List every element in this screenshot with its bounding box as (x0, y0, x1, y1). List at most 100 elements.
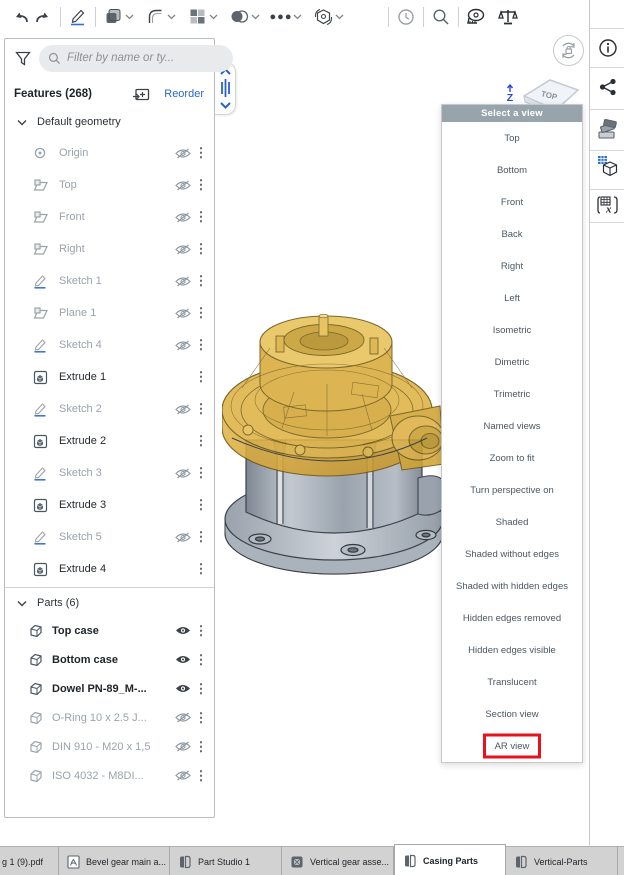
view-menu-item-trimetric[interactable]: Trimetric (442, 378, 582, 410)
feature-row-sketch1[interactable]: Sketch 1 ⋮ (5, 265, 214, 297)
feature-row-extrude1[interactable]: Extrude 1 ⋮ (5, 361, 214, 393)
eye-slash-icon[interactable] (172, 465, 194, 481)
eye-slash-icon[interactable] (172, 145, 194, 161)
context-menu-icon[interactable]: ⋮ (194, 273, 208, 289)
view-menu-item-isometric[interactable]: Isometric (442, 314, 582, 346)
eye-icon[interactable] (172, 652, 194, 668)
feature-row-front[interactable]: Front ⋮ (5, 201, 214, 233)
eye-slash-icon[interactable] (172, 401, 194, 417)
sketch-icon[interactable] (67, 6, 89, 28)
feature-row-extrude2[interactable]: Extrude 2 ⋮ (5, 425, 214, 457)
view-menu-item-bottom[interactable]: Bottom (442, 154, 582, 186)
context-menu-icon[interactable]: ⋮ (194, 681, 208, 697)
undo-icon[interactable] (10, 6, 32, 28)
eye-slash-icon[interactable] (172, 241, 194, 257)
measure-icon[interactable] (465, 6, 487, 28)
view-rotation-lock-button[interactable] (553, 35, 584, 66)
tab-vertical-gear-assembly[interactable]: Vertical gear asse... (282, 847, 394, 875)
part-row-din910[interactable]: DIN 910 - M20 x 1,5 ⋮ (5, 732, 214, 761)
view-menu-item-shaded[interactable]: Shaded (442, 506, 582, 538)
fillet-icon[interactable] (144, 6, 166, 28)
tab-vertical-parts[interactable]: Vertical-Parts (506, 847, 618, 875)
part-row-top-case[interactable]: Top case ⋮ (5, 616, 214, 645)
dropdown-caret-icon[interactable] (167, 14, 176, 20)
tab-casing-parts[interactable]: Casing Parts (394, 844, 506, 875)
eye-icon[interactable] (172, 681, 194, 697)
dropdown-caret-icon[interactable] (209, 14, 218, 20)
eye-slash-icon[interactable] (172, 177, 194, 193)
feature-row-top[interactable]: Top ⋮ (5, 169, 214, 201)
feature-row-sketch5[interactable]: Sketch 5 ⋮ (5, 521, 214, 553)
dropdown-caret-icon[interactable] (335, 14, 344, 20)
eye-slash-icon[interactable] (172, 305, 194, 321)
context-menu-icon[interactable]: ⋮ (194, 401, 208, 417)
tab-pdf-g1[interactable]: g 1 (9).pdf (0, 847, 59, 875)
feature-row-extrude3[interactable]: Extrude 3 ⋮ (5, 489, 214, 521)
feature-row-sketch3[interactable]: Sketch 3 ⋮ (5, 457, 214, 489)
default-geometry-group[interactable]: Default geometry (5, 107, 214, 137)
history-icon[interactable] (395, 6, 417, 28)
mate-connector-icon[interactable] (312, 6, 334, 28)
filter-input[interactable] (39, 45, 233, 72)
configurations-icon[interactable] (590, 155, 624, 177)
context-menu-icon[interactable]: ⋮ (194, 561, 208, 577)
dropdown-caret-icon[interactable] (293, 14, 302, 20)
eye-slash-icon[interactable] (172, 710, 194, 726)
part-row-iso4032[interactable]: ISO 4032 - M8DI... ⋮ (5, 761, 214, 790)
eye-slash-icon[interactable] (172, 337, 194, 353)
context-menu-icon[interactable]: ⋮ (194, 305, 208, 321)
view-menu-item-translucent[interactable]: Translucent (442, 666, 582, 698)
feature-row-right[interactable]: Right ⋮ (5, 233, 214, 265)
view-menu-item-shaded-with-hidden-edges[interactable]: Shaded with hidden edges (442, 570, 582, 602)
feature-row-sketch2[interactable]: Sketch 2 ⋮ (5, 393, 214, 425)
view-menu-item-shaded-without-edges[interactable]: Shaded without edges (442, 538, 582, 570)
context-menu-icon[interactable]: ⋮ (194, 710, 208, 726)
view-menu-item-turn-perspective-on[interactable]: Turn perspective on (442, 474, 582, 506)
context-menu-icon[interactable]: ⋮ (194, 241, 208, 257)
tab-part-studio-1[interactable]: Part Studio 1 (170, 847, 282, 875)
context-menu-icon[interactable]: ⋮ (194, 177, 208, 193)
eye-slash-icon[interactable] (172, 209, 194, 225)
mass-properties-icon[interactable] (497, 6, 519, 28)
feature-row-plane1[interactable]: Plane 1 ⋮ (5, 297, 214, 329)
context-menu-icon[interactable]: ⋮ (194, 369, 208, 385)
boolean-icon[interactable] (102, 6, 124, 28)
view-menu-item-right[interactable]: Right (442, 250, 582, 282)
eye-icon[interactable] (172, 623, 194, 639)
part-row-dowel[interactable]: Dowel PN-89_M-... ⋮ (5, 674, 214, 703)
context-menu-icon[interactable]: ⋮ (194, 739, 208, 755)
context-menu-icon[interactable]: ⋮ (194, 529, 208, 545)
parts-group[interactable]: Parts (6) (5, 590, 214, 616)
filter-funnel-icon[interactable] (15, 51, 31, 66)
view-menu-item-ar-view[interactable]: AR view (442, 730, 582, 762)
eye-slash-icon[interactable] (172, 768, 194, 784)
info-icon[interactable] (590, 38, 624, 58)
search-icon[interactable] (430, 6, 452, 28)
context-menu-icon[interactable]: ⋮ (194, 497, 208, 513)
context-menu-icon[interactable]: ⋮ (194, 465, 208, 481)
view-menu-item-section-view[interactable]: Section view (442, 698, 582, 730)
context-menu-icon[interactable]: ⋮ (194, 652, 208, 668)
feature-row-origin[interactable]: Origin ⋮ (5, 137, 214, 169)
view-menu-item-hidden-edges-removed[interactable]: Hidden edges removed (442, 602, 582, 634)
more-tools-icon[interactable]: ●●● (270, 6, 292, 28)
part-row-bottom-case[interactable]: Bottom case ⋮ (5, 645, 214, 674)
dropdown-caret-icon[interactable] (251, 14, 260, 20)
feature-row-extrude4[interactable]: Extrude 4 ⋮ (5, 553, 214, 585)
part-row-oring[interactable]: O-Ring 10 x 2.5 J... ⋮ (5, 703, 214, 732)
context-menu-icon[interactable]: ⋮ (194, 768, 208, 784)
context-menu-icon[interactable]: ⋮ (194, 623, 208, 639)
context-menu-icon[interactable]: ⋮ (194, 145, 208, 161)
pattern-icon[interactable] (186, 6, 208, 28)
context-menu-icon[interactable]: ⋮ (194, 209, 208, 225)
eye-slash-icon[interactable] (172, 273, 194, 289)
feature-row-sketch4[interactable]: Sketch 4 ⋮ (5, 329, 214, 361)
tab-bevel-gear-main[interactable]: Bevel gear main a... (59, 847, 170, 875)
eye-slash-icon[interactable] (172, 739, 194, 755)
view-menu-item-zoom-to-fit[interactable]: Zoom to fit (442, 442, 582, 474)
view-menu-item-left[interactable]: Left (442, 282, 582, 314)
view-menu-item-dimetric[interactable]: Dimetric (442, 346, 582, 378)
dropdown-caret-icon[interactable] (125, 14, 134, 20)
view-menu-item-back[interactable]: Back (442, 218, 582, 250)
share-icon[interactable] (590, 77, 624, 97)
